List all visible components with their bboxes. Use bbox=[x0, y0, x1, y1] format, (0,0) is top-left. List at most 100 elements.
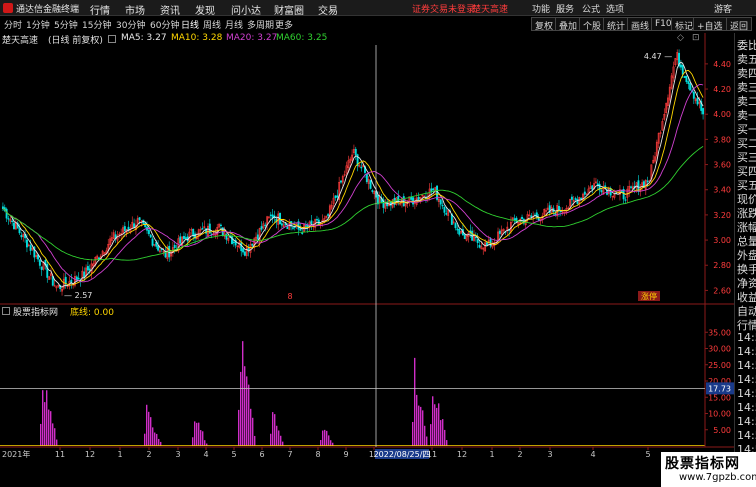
indicator-bar bbox=[52, 423, 54, 446]
indicator-bar bbox=[254, 435, 256, 446]
x-tick-label: 12 bbox=[457, 450, 467, 459]
candle-body bbox=[219, 224, 222, 227]
candle-body bbox=[485, 242, 488, 246]
indicator-bar bbox=[240, 371, 242, 446]
y-tick-label: 3.40 bbox=[713, 186, 731, 195]
indicator-bar bbox=[148, 411, 150, 446]
watermark-title: 股票指标网 bbox=[665, 456, 740, 472]
candle-body bbox=[685, 75, 688, 82]
indicator-bar bbox=[436, 407, 438, 446]
candle-body bbox=[454, 223, 457, 229]
indicator-bar bbox=[272, 412, 274, 446]
x-tick-label: 1 bbox=[489, 450, 494, 459]
candle-body bbox=[327, 214, 330, 216]
candle-body bbox=[679, 64, 682, 68]
sub-y-tick-label: 25.00 bbox=[708, 361, 731, 370]
indicator-bar bbox=[194, 421, 196, 446]
candle-body bbox=[591, 185, 594, 190]
candle-body bbox=[269, 214, 272, 216]
indicator-bar bbox=[426, 436, 428, 446]
sub-y-tick-label: 35.00 bbox=[708, 328, 731, 337]
x-tick-label: 3 bbox=[547, 450, 552, 459]
indicator-bar bbox=[438, 403, 440, 446]
indicator-bar bbox=[416, 394, 418, 446]
indicator-bar bbox=[156, 433, 158, 446]
candle-body bbox=[630, 186, 632, 188]
indicator-bar bbox=[152, 427, 154, 446]
indicator-bar bbox=[150, 417, 152, 446]
indicator-bar bbox=[248, 384, 250, 446]
indicator-bar bbox=[40, 423, 42, 446]
candle-body bbox=[29, 245, 32, 251]
x-tick-label: 3 bbox=[175, 450, 180, 459]
candle-body bbox=[646, 180, 649, 183]
indicator-bar bbox=[42, 390, 44, 446]
watermark-url: www.7gpzb.com bbox=[679, 472, 756, 483]
candle-body bbox=[201, 227, 204, 230]
candle-body bbox=[430, 188, 433, 192]
candle-body bbox=[240, 242, 243, 252]
kline-chart[interactable]: 4.40 4.20 4.00 3.80 3.60 3.40 3.20 3.00 2.80 2.60… bbox=[0, 0, 734, 487]
indicator-bar bbox=[414, 357, 416, 446]
indicator-bar bbox=[434, 404, 436, 446]
indicator-bar bbox=[46, 390, 48, 446]
candle-body bbox=[537, 217, 540, 221]
candle-body bbox=[574, 198, 577, 200]
x-tick-label: 12 bbox=[85, 450, 95, 459]
candle-body bbox=[38, 259, 41, 266]
candle-body bbox=[88, 268, 91, 271]
candle-body bbox=[474, 236, 477, 239]
indicator-bar bbox=[274, 414, 276, 446]
candle-body bbox=[696, 97, 699, 105]
x-tick-label: 11 bbox=[55, 450, 65, 459]
candle-body bbox=[702, 108, 705, 115]
panel-item: 14:5 bbox=[737, 429, 756, 442]
panel-item: 14:5 bbox=[737, 373, 756, 386]
cursor-value-label: 17.73 bbox=[708, 384, 731, 393]
y-tick-label: 4.20 bbox=[713, 85, 731, 94]
candle-body bbox=[620, 190, 623, 192]
candle-body bbox=[7, 218, 10, 220]
candle-body bbox=[251, 243, 254, 246]
candle-body bbox=[179, 236, 182, 244]
x-tick-label: 5 bbox=[645, 450, 650, 459]
limit-up-label: 涨停 bbox=[641, 291, 657, 301]
overlay-layer: 4.47 — — 2.57 涨停 8 17.73 2022/08/25/四 bbox=[0, 45, 734, 459]
indicator-bar bbox=[244, 366, 246, 446]
y-tick-label: 4.00 bbox=[713, 110, 731, 119]
candle-body bbox=[596, 183, 599, 185]
indicator-bar bbox=[328, 435, 330, 446]
year-label: 2021年 bbox=[2, 449, 30, 459]
indicator-bar bbox=[198, 422, 200, 446]
event-marker-icon: 8 bbox=[287, 292, 292, 301]
panel-item: 14:5 bbox=[737, 387, 756, 400]
candle-body bbox=[138, 217, 141, 220]
y-tick-label: 3.00 bbox=[713, 236, 731, 245]
x-tick-label: 5 bbox=[231, 450, 236, 459]
candle-body bbox=[5, 208, 8, 219]
candle-body bbox=[624, 199, 627, 201]
candle-body bbox=[286, 226, 289, 230]
candle-body bbox=[692, 92, 695, 99]
indicator-bar bbox=[326, 430, 328, 446]
indicator-bar bbox=[196, 422, 198, 446]
candle-body bbox=[147, 229, 150, 235]
candle-body bbox=[583, 191, 586, 195]
indicator-bar bbox=[192, 437, 194, 446]
main-panel bbox=[1, 49, 705, 296]
candle-body bbox=[371, 190, 374, 192]
x-tick-label: 4 bbox=[590, 450, 595, 459]
candle-body bbox=[513, 218, 516, 221]
candle-body bbox=[521, 216, 523, 219]
candle-body bbox=[458, 229, 461, 235]
x-tick-label: 2 bbox=[517, 450, 522, 459]
candle-body bbox=[149, 234, 152, 238]
candle-body bbox=[412, 197, 414, 205]
indicator-bar bbox=[48, 409, 50, 446]
indicator-bar bbox=[278, 430, 280, 446]
panel-item: 14:5 bbox=[737, 345, 756, 358]
candle-body bbox=[271, 214, 274, 219]
candle-body bbox=[410, 196, 413, 200]
candle-body bbox=[123, 226, 126, 231]
indicator-bar bbox=[144, 433, 146, 446]
